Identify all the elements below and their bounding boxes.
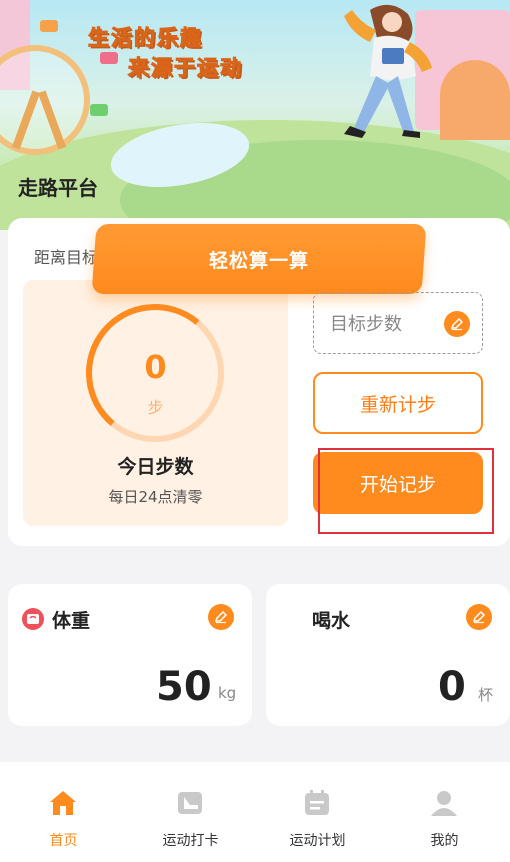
step-count-unit: 步 [147, 398, 164, 417]
nav-label: 我的 [430, 833, 459, 849]
weight-value: 50 [156, 664, 212, 710]
water-value: 0 [438, 664, 466, 710]
nav-item-checkin[interactable]: 运动打卡 [127, 762, 254, 862]
nav-label: 首页 [49, 833, 78, 849]
easy-calc-button-label: 轻松算一算 [208, 249, 309, 272]
goal-steps-input[interactable]: 目标步数 [313, 292, 483, 354]
step-counter-panel: 0 步 今日步数 每日24点清零 [23, 280, 288, 526]
step-card: 距离目标 0 步 今日步数 每日24点清零 轻松算一算 目标步数 重新计步 开始… [8, 218, 510, 546]
banner-slogan-line2: 来源于运动 [128, 56, 243, 81]
user-icon [431, 791, 457, 816]
chat-bubble-icon [40, 20, 58, 32]
chat-bubble-icon [100, 52, 118, 64]
hero-banner: 生活的乐趣 来源于运动 走路平台 [0, 0, 510, 230]
nav-item-mine[interactable]: 我的 [381, 762, 508, 862]
restart-steps-button-label: 重新计步 [359, 393, 436, 416]
chat-bubble-icon [90, 104, 108, 116]
target-distance-label: 距离目标 [34, 248, 99, 267]
weight-card[interactable]: 体重 50 kg [8, 584, 252, 726]
start-counting-button-label: 开始记步 [359, 473, 436, 496]
easy-calc-button[interactable]: 轻松算一算 [91, 224, 427, 294]
calendar-plan-icon [305, 790, 329, 815]
water-card[interactable]: 喝水 0 杯 [266, 584, 510, 726]
page-title: 走路平台 [18, 176, 98, 200]
water-unit: 杯 [478, 686, 494, 704]
nav-label: 运动打卡 [162, 833, 219, 849]
bottom-nav: 首页 运动打卡 运动计划 我的 [0, 762, 510, 862]
banner-slogan-line1: 生活的乐趣 [88, 26, 203, 51]
step-count-value: 0 [144, 348, 167, 386]
nav-item-home[interactable]: 首页 [0, 762, 127, 862]
scale-icon [22, 608, 44, 630]
weight-unit: kg [218, 684, 237, 702]
edit-icon[interactable] [444, 311, 470, 337]
banner-building [440, 60, 510, 140]
edit-icon[interactable] [208, 604, 234, 630]
weight-title: 体重 [52, 610, 91, 632]
edit-icon[interactable] [466, 604, 492, 630]
nav-item-plan[interactable]: 运动计划 [254, 762, 381, 862]
walking-girl-illustration [344, 4, 432, 138]
start-counting-button[interactable]: 开始记步 [313, 452, 483, 514]
today-steps-label: 今日步数 [117, 456, 194, 478]
nav-label: 运动计划 [289, 833, 346, 849]
daily-reset-note: 每日24点清零 [108, 488, 203, 506]
restart-steps-button[interactable]: 重新计步 [313, 372, 483, 434]
goal-steps-placeholder: 目标步数 [330, 314, 402, 335]
home-icon [50, 791, 76, 815]
shoe-checkin-icon [178, 792, 202, 814]
water-title: 喝水 [312, 610, 351, 632]
